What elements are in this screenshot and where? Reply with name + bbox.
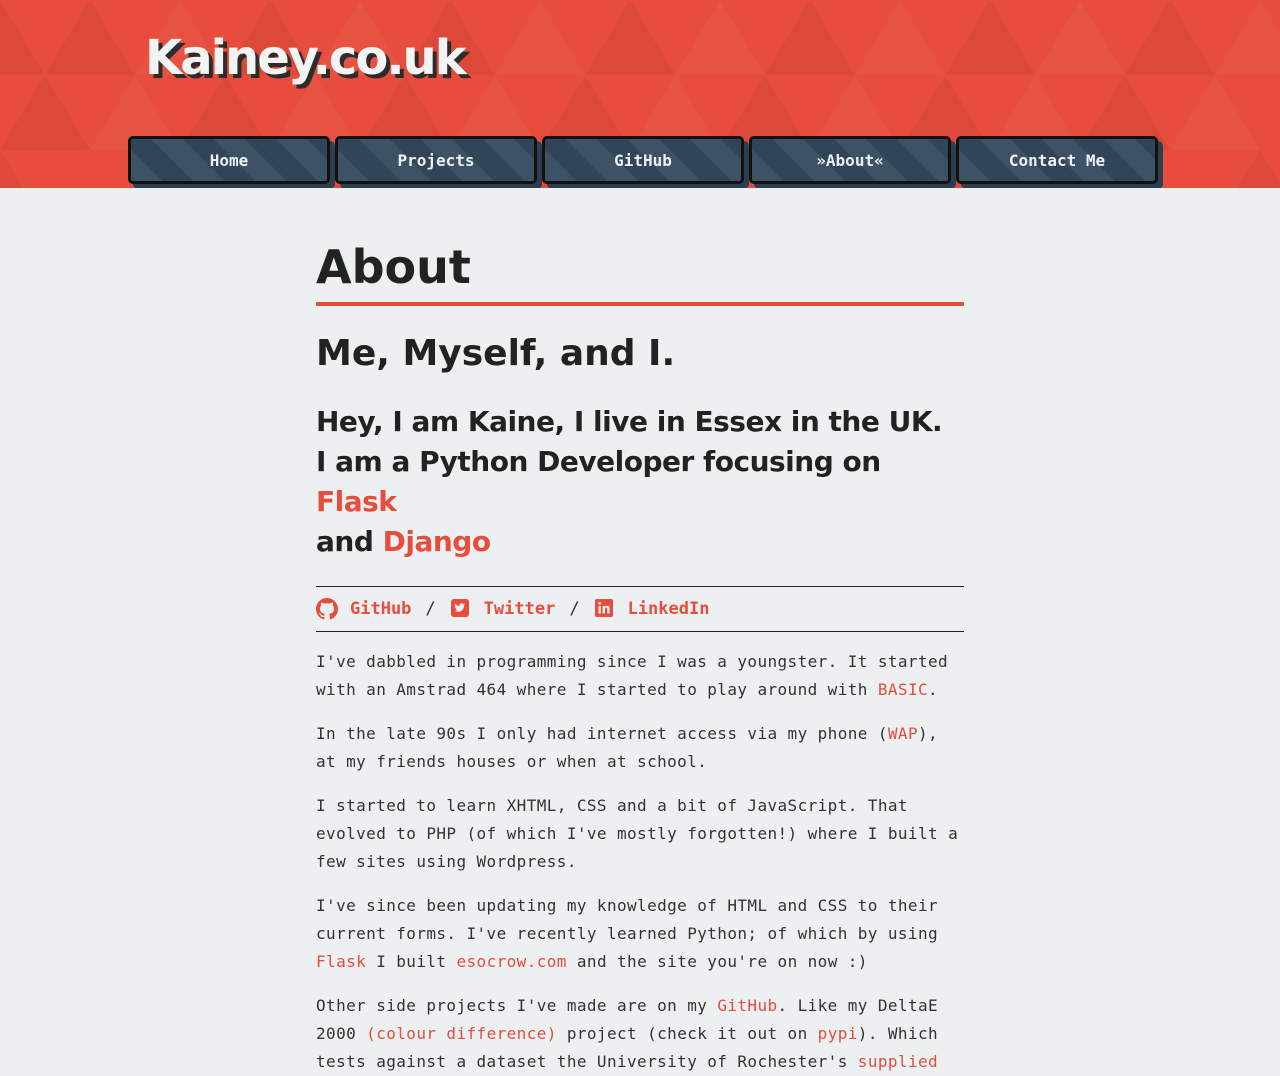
intro-line-2: I am a Python Developer focusing on Flas… bbox=[316, 442, 964, 522]
paragraph-3: I started to learn XHTML, CSS and a bit … bbox=[316, 796, 959, 871]
flask-inline-link[interactable]: Flask bbox=[316, 952, 366, 971]
django-link[interactable]: Django bbox=[383, 525, 491, 558]
p1-text-a: I've dabbled in programming since I was … bbox=[316, 652, 949, 699]
paragraph-4: I've since been updating my knowledge of… bbox=[316, 892, 964, 976]
colour-difference-link[interactable]: (colour difference) bbox=[366, 1024, 557, 1043]
paragraph-2: In the late 90s I only had internet acce… bbox=[316, 720, 964, 776]
github-inline-link[interactable]: GitHub bbox=[717, 996, 777, 1015]
p1-text-b: . bbox=[928, 680, 939, 699]
linkedin-icon bbox=[594, 598, 616, 620]
social-separator: / bbox=[425, 599, 436, 619]
flask-link[interactable]: Flask bbox=[316, 485, 397, 518]
pypi-link[interactable]: pypi bbox=[818, 1024, 858, 1043]
intro-line-2-text: I am a Python Developer focusing on bbox=[316, 445, 881, 478]
main-nav: Home Projects GitHub »About« Contact Me bbox=[128, 136, 1158, 184]
paragraph-1: I've dabbled in programming since I was … bbox=[316, 648, 964, 704]
nav-github[interactable]: GitHub bbox=[542, 136, 744, 184]
linkedin-social-label: LinkedIn bbox=[627, 599, 710, 619]
nav-about[interactable]: »About« bbox=[749, 136, 951, 184]
twitter-icon bbox=[450, 598, 472, 620]
nav-contact[interactable]: Contact Me bbox=[956, 136, 1158, 184]
page-title: About bbox=[316, 236, 964, 306]
p2-text-a: In the late 90s I only had internet acce… bbox=[316, 724, 888, 743]
p5-text-c: project (check it out on bbox=[556, 1024, 818, 1043]
esocrow-link[interactable]: esocrow.com bbox=[456, 952, 566, 971]
wap-link[interactable]: WAP bbox=[888, 724, 918, 743]
supplied-link[interactable]: supplied bbox=[858, 1052, 938, 1071]
p4-text-c: and the site you're on now :) bbox=[566, 952, 868, 971]
intro-and: and bbox=[316, 525, 374, 558]
social-links: GitHub / Twitter / LinkedIn bbox=[316, 586, 964, 632]
p4-text-b: I built bbox=[366, 952, 457, 971]
intro-text: Hey, I am Kaine, I live in Essex in the … bbox=[316, 402, 964, 562]
about-prose: I've dabbled in programming since I was … bbox=[316, 648, 964, 1076]
twitter-social-link[interactable]: Twitter bbox=[450, 598, 556, 620]
github-social-label: GitHub bbox=[350, 599, 412, 619]
social-separator: / bbox=[569, 599, 580, 619]
page-subtitle: Me, Myself, and I. bbox=[316, 333, 676, 374]
p4-text-a: I've since been updating my knowledge of… bbox=[316, 896, 939, 943]
linkedin-social-link[interactable]: LinkedIn bbox=[594, 598, 710, 620]
nav-projects[interactable]: Projects bbox=[335, 136, 537, 184]
site-logo[interactable]: Kainey.co.uk bbox=[145, 30, 467, 86]
basic-link[interactable]: BASIC bbox=[878, 680, 928, 699]
main-content: About Me, Myself, and I. Hey, I am Kaine… bbox=[316, 236, 964, 1076]
site-header: Kainey.co.uk Home Projects GitHub »About… bbox=[0, 0, 1280, 188]
paragraph-5: Other side projects I've made are on my … bbox=[316, 992, 964, 1076]
github-icon bbox=[316, 598, 338, 620]
nav-home[interactable]: Home bbox=[128, 136, 330, 184]
twitter-social-label: Twitter bbox=[483, 599, 556, 619]
intro-line-3: and Django bbox=[316, 522, 964, 562]
intro-line-1: Hey, I am Kaine, I live in Essex in the … bbox=[316, 405, 943, 438]
github-social-link[interactable]: GitHub bbox=[316, 598, 411, 620]
p5-text-a: Other side projects I've made are on my bbox=[316, 996, 718, 1015]
